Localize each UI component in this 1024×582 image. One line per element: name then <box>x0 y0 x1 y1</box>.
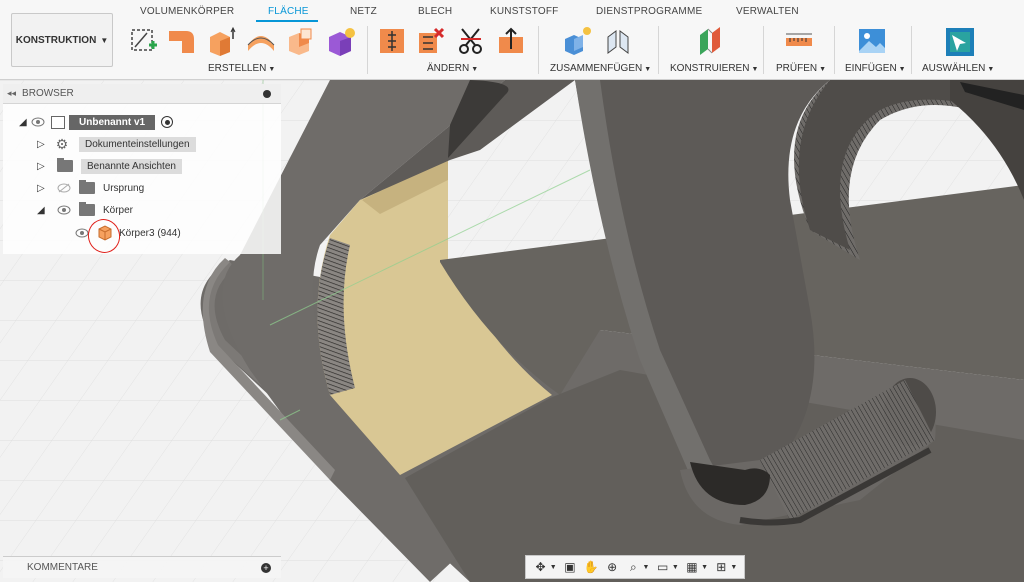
toolbar-separator <box>538 26 539 74</box>
tab-dienstprogramme[interactable]: DIENSTPROGRAMME <box>596 6 702 17</box>
folder-icon <box>79 180 95 194</box>
extend-icon[interactable] <box>495 25 527 57</box>
navigation-bar: ✥ ▼ ▣ ✋ ⊕ ⌕ ▼ ▭ ▼ ▦ ▼ ⊞ ▼ <box>525 555 745 579</box>
grid-settings-icon[interactable]: ▦ <box>684 559 700 575</box>
folder-icon <box>79 202 95 216</box>
extrude-icon[interactable] <box>205 25 237 57</box>
toolbar-separator <box>763 26 764 74</box>
patch-icon[interactable] <box>166 25 198 57</box>
activate-radio-icon[interactable] <box>161 116 174 128</box>
chevron-down-icon[interactable]: ▼ <box>730 564 737 571</box>
expand-triangle-icon[interactable]: ▷ <box>37 139 49 150</box>
gear-icon: ⚙ <box>55 135 69 152</box>
plane-icon[interactable] <box>694 25 726 57</box>
tree-root[interactable]: ◢ Unbenannt v1 <box>19 112 174 132</box>
eye-icon[interactable] <box>57 205 71 215</box>
minimize-icon[interactable] <box>263 90 271 98</box>
orbit-icon[interactable]: ✥ <box>533 559 549 575</box>
add-comment-icon[interactable]: + <box>261 563 271 573</box>
collapse-triangle-icon[interactable]: ◢ <box>37 205 49 216</box>
toolbar-separator <box>658 26 659 74</box>
eye-icon[interactable] <box>31 117 45 127</box>
group-konstruieren[interactable]: KONSTRUIEREN ▼ <box>670 63 758 74</box>
sketch-icon[interactable] <box>127 25 159 57</box>
pan-hand-icon[interactable]: ✋ <box>583 559 599 575</box>
chevron-down-icon[interactable]: ▼ <box>550 564 557 571</box>
insert-image-icon[interactable] <box>856 25 888 57</box>
comments-label: KOMMENTARE <box>27 562 98 573</box>
toolbar: KONSTRUKTION ▼ VOLUMENKÖRPER FLÄCHE NETZ… <box>0 0 1024 80</box>
display-settings-icon[interactable]: ▭ <box>655 559 671 575</box>
group-zusammenfuegen[interactable]: ZUSAMMENFÜGEN ▼ <box>550 63 651 74</box>
chevron-down-icon[interactable]: ▼ <box>701 564 708 571</box>
tree-item-koerper[interactable]: ◢ Körper <box>37 200 133 220</box>
tree-item-label: Dokumenteinstellungen <box>79 136 196 152</box>
joint-icon[interactable] <box>602 25 634 57</box>
chevron-down-icon: ▼ <box>100 35 109 45</box>
look-at-icon[interactable]: ▣ <box>562 559 578 575</box>
component-icon <box>51 115 65 129</box>
sweep-icon[interactable] <box>285 25 317 57</box>
tree-item-label: Körper <box>103 204 134 216</box>
tab-netz[interactable]: NETZ <box>350 6 377 17</box>
join-icon[interactable] <box>562 25 594 57</box>
split-icon[interactable] <box>455 25 487 57</box>
group-erstellen[interactable]: ERSTELLEN ▼ <box>208 63 275 74</box>
zoom-icon[interactable]: ⊕ <box>604 559 620 575</box>
select-icon[interactable] <box>944 25 976 57</box>
fit-zoom-icon[interactable]: ⌕ <box>625 559 641 575</box>
tab-verwalten[interactable]: VERWALTEN <box>736 6 799 17</box>
workspace-switcher[interactable]: KONSTRUKTION ▼ <box>11 13 113 67</box>
comments-panel[interactable]: KOMMENTARE + <box>3 556 281 578</box>
measure-icon[interactable] <box>783 25 815 57</box>
toolbar-separator <box>911 26 912 74</box>
tab-volumenkoerper[interactable]: VOLUMENKÖRPER <box>140 6 234 17</box>
loft-icon[interactable] <box>245 25 277 57</box>
root-component-label[interactable]: Unbenannt v1 <box>69 114 156 130</box>
tab-flaeche[interactable]: FLÄCHE <box>268 6 309 17</box>
group-einfuegen[interactable]: EINFÜGEN ▼ <box>845 63 906 74</box>
tree-item-ursprung[interactable]: ▷ Ursprung <box>37 178 144 198</box>
tree-item-benannte-ansichten[interactable]: ▷ Benannte Ansichten <box>37 156 182 176</box>
tree-item-label: Benannte Ansichten <box>81 158 182 174</box>
workspace-label: KONSTRUKTION <box>15 34 97 46</box>
eye-hidden-icon[interactable] <box>57 183 71 193</box>
group-pruefen[interactable]: PRÜFEN ▼ <box>776 63 826 74</box>
folder-icon <box>57 158 73 172</box>
toolbar-separator <box>367 26 368 74</box>
expand-triangle-icon[interactable]: ▷ <box>37 161 49 172</box>
collapse-left-icon[interactable]: ◂◂ <box>7 88 16 99</box>
browser-title: BROWSER <box>22 88 74 99</box>
boundary-fill-icon[interactable] <box>325 25 357 57</box>
tree-item-label: Ursprung <box>103 182 145 194</box>
tab-kunststoff[interactable]: KUNSTSTOFF <box>490 6 558 17</box>
toolbar-separator <box>834 26 835 74</box>
tab-blech[interactable]: BLECH <box>418 6 452 17</box>
active-tab-indicator <box>256 20 318 22</box>
expand-triangle-icon[interactable]: ▷ <box>37 183 49 194</box>
tree-item-dokumenteinstellungen[interactable]: ▷ ⚙ Dokumenteinstellungen <box>37 134 196 154</box>
group-auswaehlen[interactable]: AUSWÄHLEN ▼ <box>922 63 994 74</box>
trim-icon[interactable] <box>415 25 447 57</box>
group-aendern[interactable]: ÄNDERN ▼ <box>427 63 478 74</box>
tree-item-label: Körper3 (944) <box>119 227 181 239</box>
expand-triangle-icon[interactable]: ◢ <box>19 117 31 128</box>
viewports-icon[interactable]: ⊞ <box>713 559 729 575</box>
chevron-down-icon[interactable]: ▼ <box>672 564 679 571</box>
browser-panel: ◂◂ BROWSER ◢ Unbenannt v1 ▷ ⚙ Dokumentei… <box>3 84 281 254</box>
chevron-down-icon[interactable]: ▼ <box>643 564 650 571</box>
offset-icon[interactable] <box>376 25 408 57</box>
browser-header[interactable]: ◂◂ BROWSER <box>3 84 281 104</box>
